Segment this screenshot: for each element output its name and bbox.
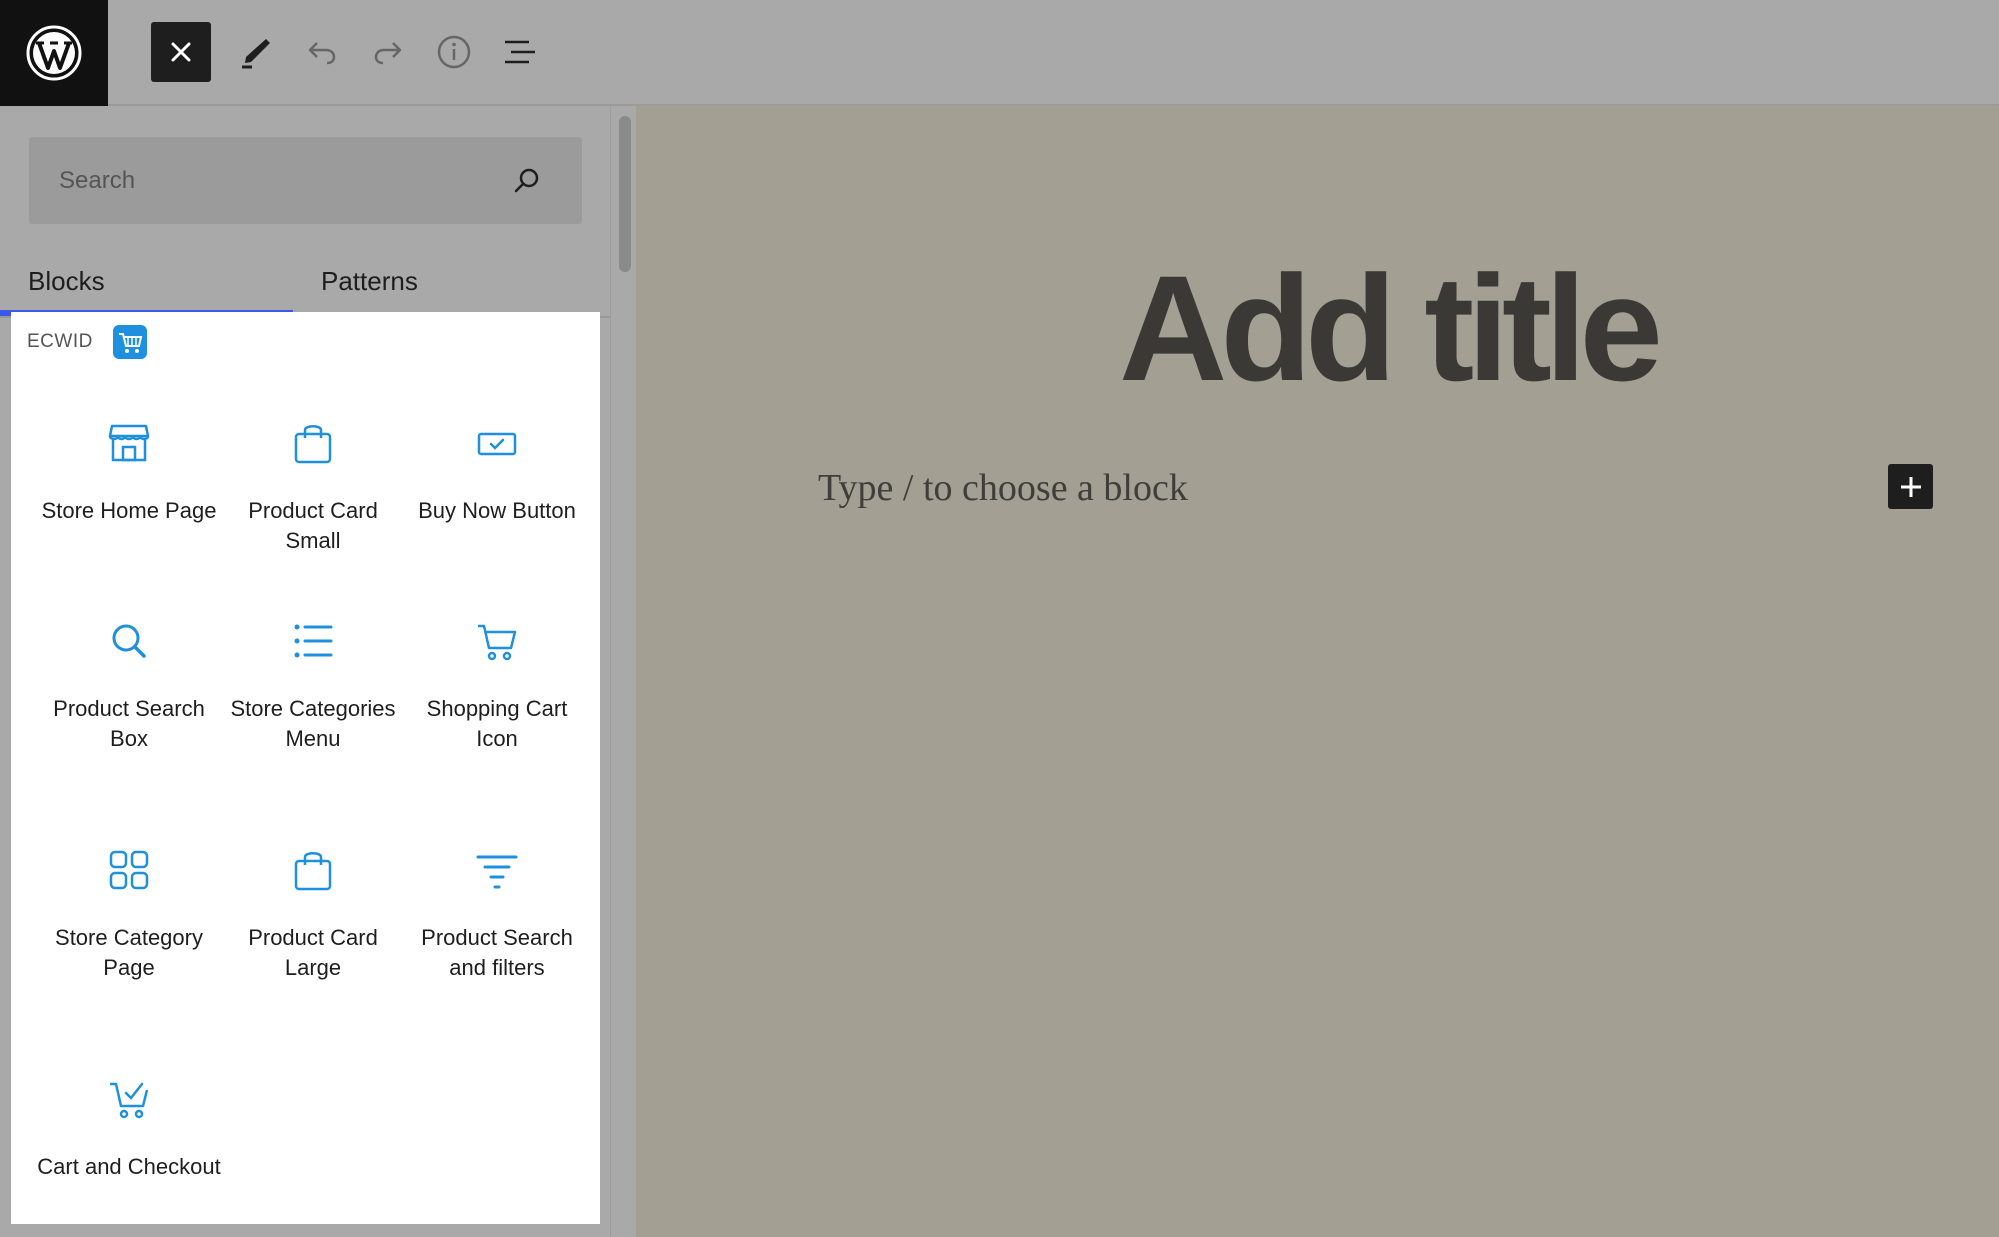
filter-icon bbox=[476, 855, 518, 889]
block-label: Store Home Page bbox=[41, 498, 217, 523]
plus-icon bbox=[1900, 476, 1921, 497]
tab-blocks[interactable]: Blocks bbox=[0, 246, 293, 316]
close-inserter-button[interactable] bbox=[151, 22, 211, 82]
block-store-categories-menu[interactable]: Store Categories Menu bbox=[221, 618, 405, 754]
add-block-button[interactable] bbox=[1888, 464, 1933, 509]
category-header: ECWID bbox=[27, 322, 147, 362]
editor-canvas: Add title Type / to choose a block bbox=[636, 106, 1999, 1237]
tools-button[interactable] bbox=[226, 22, 286, 82]
block-label: Product Search and filters bbox=[421, 925, 573, 980]
block-label: Product Card Large bbox=[248, 925, 378, 980]
block-product-card-large[interactable]: Product Card Large bbox=[221, 847, 405, 983]
top-toolbar bbox=[0, 0, 1999, 106]
list-view-button[interactable] bbox=[490, 22, 550, 82]
block-list: ECWID Store Home Page Product Card Small bbox=[11, 312, 600, 1224]
cart-icon bbox=[478, 624, 517, 661]
details-button[interactable] bbox=[424, 22, 484, 82]
info-icon bbox=[437, 35, 471, 69]
block-product-search-box[interactable]: Product Search Box bbox=[37, 618, 221, 754]
search-icon[interactable] bbox=[512, 165, 542, 195]
grid-icon bbox=[109, 850, 149, 890]
block-shopping-cart-icon[interactable]: Shopping Cart Icon bbox=[405, 618, 589, 754]
wordpress-icon bbox=[26, 25, 82, 81]
block-store-category-page[interactable]: Store Category Page bbox=[37, 847, 221, 983]
block-placeholder[interactable]: Type / to choose a block bbox=[818, 466, 1188, 510]
block-label: Product Search Box bbox=[53, 696, 205, 751]
block-buy-now-button[interactable]: Buy Now Button bbox=[405, 420, 589, 526]
redo-button[interactable] bbox=[358, 22, 418, 82]
block-label: Product Card Small bbox=[248, 498, 378, 553]
cart-check-icon bbox=[110, 1082, 149, 1119]
block-label: Buy Now Button bbox=[418, 498, 576, 523]
scrollbar-thumb[interactable] bbox=[619, 116, 631, 272]
block-label: Shopping Cart Icon bbox=[426, 696, 568, 751]
post-title-input[interactable]: Add title bbox=[636, 242, 1999, 415]
pencil-icon bbox=[242, 39, 270, 69]
block-label: Cart and Checkout bbox=[37, 1154, 221, 1179]
buy-button-icon bbox=[477, 432, 517, 456]
wordpress-logo-button[interactable] bbox=[0, 0, 108, 106]
block-label: Store Categories Menu bbox=[230, 696, 396, 751]
redo-icon bbox=[374, 42, 402, 65]
tab-patterns[interactable]: Patterns bbox=[293, 246, 593, 316]
category-label: ECWID bbox=[27, 331, 93, 352]
block-label: Store Category Page bbox=[55, 925, 203, 980]
block-cart-and-checkout[interactable]: Cart and Checkout bbox=[37, 1076, 221, 1182]
block-product-card-small[interactable]: Product Card Small bbox=[221, 420, 405, 556]
block-product-search-and-filters[interactable]: Product Search and filters bbox=[405, 847, 589, 983]
shopping-bag-icon bbox=[294, 425, 332, 464]
list-view-icon bbox=[505, 40, 535, 64]
search-input[interactable] bbox=[29, 137, 509, 224]
storefront-icon bbox=[108, 424, 150, 462]
panel-scrollbar[interactable] bbox=[610, 106, 636, 1237]
block-store-home-page[interactable]: Store Home Page bbox=[37, 420, 221, 526]
ecwid-cart-icon bbox=[112, 325, 147, 359]
close-icon bbox=[171, 42, 191, 62]
shopping-bag-icon bbox=[294, 852, 332, 891]
search-icon bbox=[112, 624, 146, 658]
search-box bbox=[29, 137, 582, 224]
list-icon bbox=[294, 624, 333, 658]
undo-button[interactable] bbox=[292, 22, 352, 82]
inserter-tabs: Blocks Patterns bbox=[0, 246, 610, 318]
undo-icon bbox=[308, 42, 336, 65]
